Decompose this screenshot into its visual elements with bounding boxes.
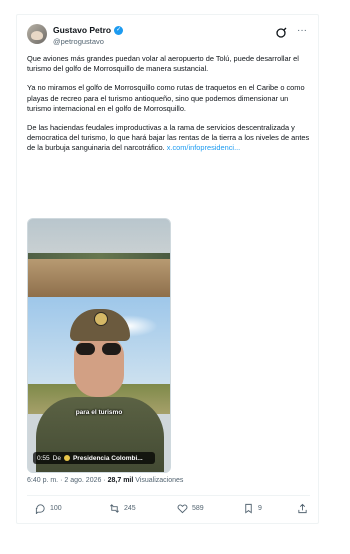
divider [27,495,310,496]
grok-icon[interactable] [275,27,287,39]
avatar[interactable] [27,24,47,44]
repost-button[interactable]: 245 [109,503,136,514]
video-overlay-bar[interactable]: 0:55 De Presidencia Colombi... [33,452,155,464]
tweet-paragraph-3: De las haciendas feudales improductivas … [27,123,310,154]
bookmark-button[interactable]: 9 [243,503,262,514]
reply-count: 100 [50,505,62,512]
reply-button[interactable]: 100 [35,503,62,514]
meta-separator: · [60,477,63,484]
video-caption: para el turismo [75,409,123,416]
heart-icon [177,504,188,514]
cap-badge-icon [94,312,108,326]
tweet-link[interactable]: x.com/infopresidenci... [167,143,241,152]
tweet-card: Gustavo Petro ✓ @petrogustavo ··· Que av… [16,14,319,524]
video-source[interactable]: Presidencia Colombi... [73,455,143,462]
views-count: 28,7 mil [107,477,134,484]
tweet-header: Gustavo Petro ✓ @petrogustavo ··· [27,24,309,56]
more-options-icon[interactable]: ··· [297,25,307,36]
views-label: Visualizaciones [135,477,184,484]
like-button[interactable]: 589 [177,503,204,514]
action-bar: 100 245 589 9 [27,503,310,517]
share-icon [298,503,307,514]
video-player[interactable]: para el turismo 0:55 De Presidencia Colo… [27,218,171,473]
author-handle[interactable]: @petrogustavo [53,37,104,46]
tweet-date[interactable]: 2 ago. 2026 [64,477,101,484]
bookmark-count: 9 [258,505,262,512]
video-duration: 0:55 [37,454,50,462]
repost-count: 245 [124,505,136,512]
tweet-time[interactable]: 6:40 p. m. [27,477,58,484]
reply-icon [35,504,45,514]
verified-badge-icon: ✓ [114,25,124,35]
meta-separator-2: · [103,477,106,484]
sunglasses-icon [76,343,122,355]
tweet-meta: 6:40 p. m. · 2 ago. 2026 · 28,7 mil Visu… [27,477,183,484]
source-avatar-icon [63,455,70,461]
bookmark-icon [245,503,252,514]
author-name[interactable]: Gustavo Petro [53,25,111,35]
author-name-row: Gustavo Petro ✓ [53,25,124,35]
repost-icon [110,504,119,513]
share-button[interactable] [297,503,308,514]
video-frame-airstrip [28,259,170,297]
tweet-paragraph-2: Ya no miramos el golfo de Morrosquillo c… [27,83,305,113]
tweet-text: Que aviones más grandes puedan volar al … [27,54,310,163]
tweet-paragraph-1: Que aviones más grandes puedan volar al … [27,54,299,74]
like-count: 589 [192,505,204,512]
video-from-label: De [52,454,61,462]
